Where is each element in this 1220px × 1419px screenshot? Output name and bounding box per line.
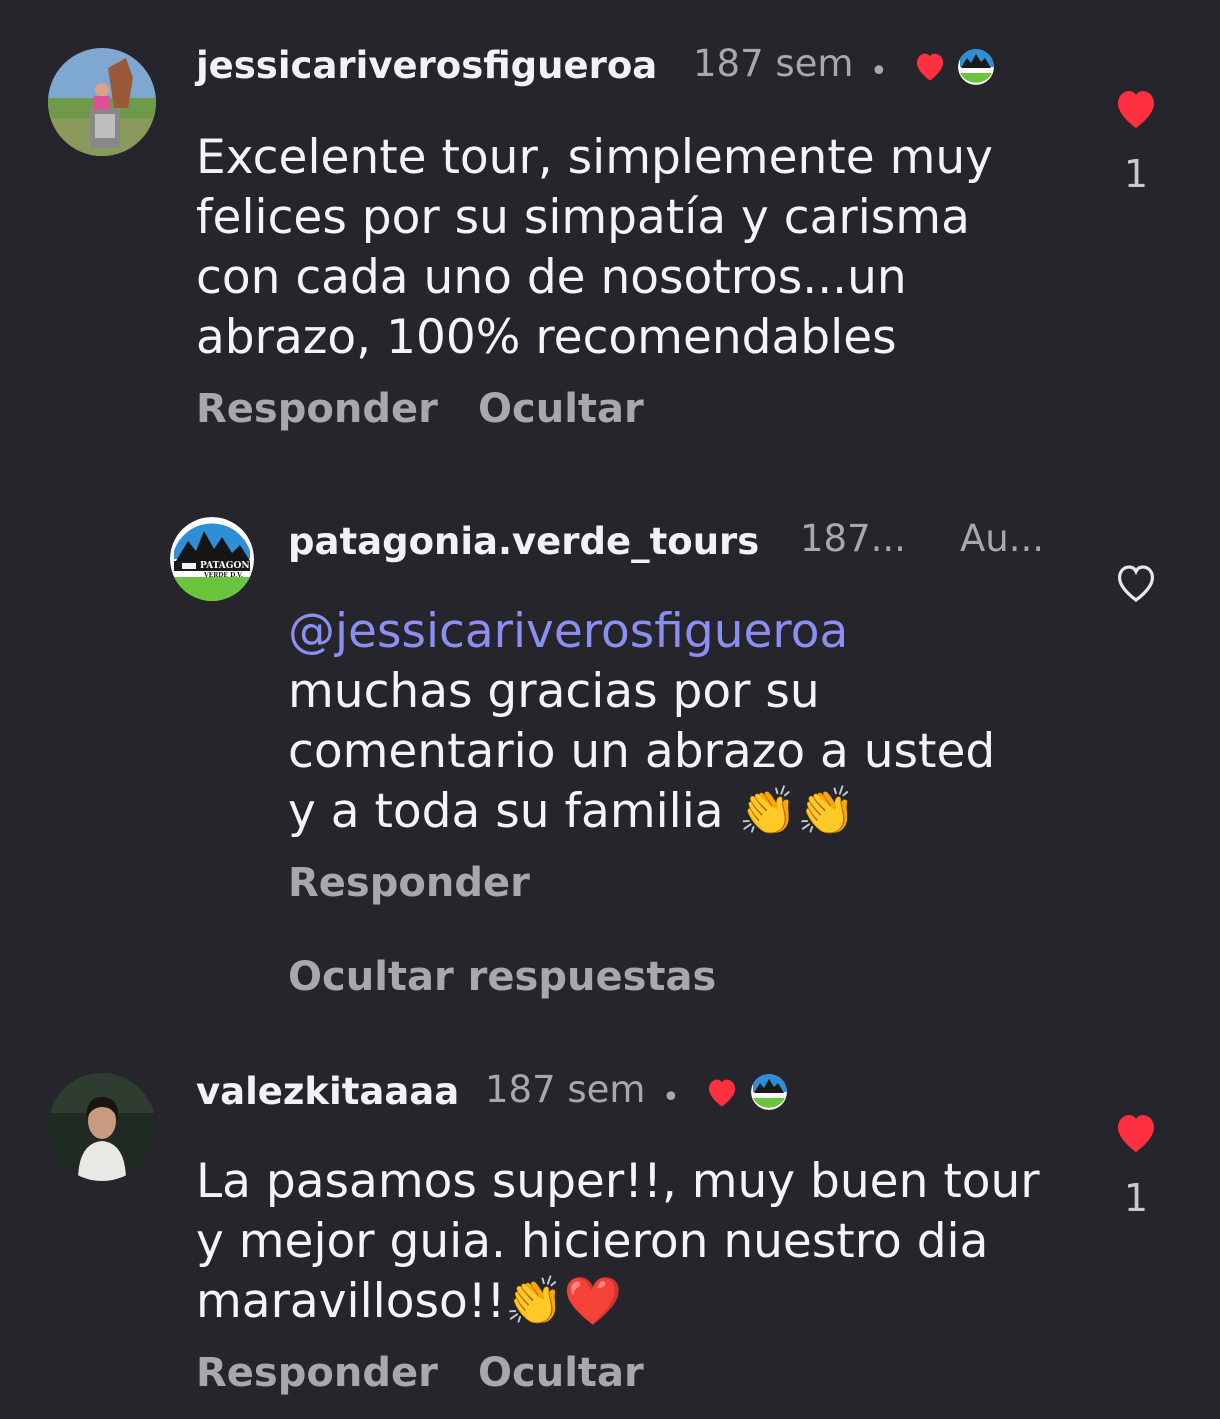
comment-text-line: abrazo, 100% recomendables <box>196 310 897 365</box>
author-badge: Au... <box>960 517 1045 560</box>
comment-text-segment: y a toda su familia <box>288 784 724 839</box>
comment-text-line: y a toda su familia 👏👏 <box>288 782 1088 842</box>
user-mention-link[interactable]: @jessicariverosfigueroa <box>288 602 1088 662</box>
heart-filled-icon[interactable] <box>1112 86 1160 130</box>
hide-button[interactable]: Ocultar <box>478 1350 644 1396</box>
avatar[interactable] <box>48 1073 156 1181</box>
logo-subtext: VERDE D.V. <box>204 572 243 579</box>
user-photo-woman-icon <box>48 1073 156 1181</box>
comment-time: 187 sem <box>693 42 854 85</box>
separator-dot: • <box>662 1080 680 1115</box>
patagonia-verde-logo-icon <box>751 1074 787 1110</box>
comment-text-line: felices por su simpatía y carisma <box>196 190 970 245</box>
comment-username[interactable]: patagonia.verde_tours <box>288 520 759 563</box>
logo-text: PATAGONIA <box>200 561 254 571</box>
comment-username[interactable]: jessicariverosfigueroa <box>196 44 657 87</box>
comment-text: La pasamos super!!, muy buen tour y mejo… <box>196 1152 1086 1332</box>
clap-heart-emoji: 👏❤️ <box>505 1274 623 1329</box>
comment-text-line: Excelente tour, simplemente muy <box>196 130 993 185</box>
heart-outline-icon[interactable] <box>1112 560 1160 604</box>
patagonia-verde-logo-icon <box>170 517 254 601</box>
author-mini-avatar <box>958 49 994 85</box>
like-count: 1 <box>1123 1176 1149 1220</box>
reply-button[interactable]: Responder <box>288 860 530 906</box>
like-count: 1 <box>1123 152 1149 196</box>
author-mini-avatar <box>751 1074 787 1110</box>
clapping-hands-emoji: 👏👏 <box>738 784 856 839</box>
creator-liked-heart-icon <box>708 1079 736 1107</box>
avatar[interactable] <box>48 48 156 156</box>
comment-time: 187... <box>800 517 906 560</box>
hide-replies-button[interactable]: Ocultar respuestas <box>288 954 716 1000</box>
reply-button[interactable]: Responder <box>196 1350 438 1396</box>
reply-button[interactable]: Responder <box>196 386 438 432</box>
comment-text-line: maravilloso!!👏❤️ <box>196 1272 1086 1332</box>
heart-filled-icon[interactable] <box>1112 1110 1160 1154</box>
comment-username[interactable]: valezkitaaaa <box>196 1070 459 1113</box>
separator-dot: • <box>870 54 888 89</box>
avatar[interactable]: PATAGONIA VERDE D.V. <box>170 517 254 601</box>
comment-text-line: con cada uno de nosotros...un <box>196 250 907 305</box>
comment-time: 187 sem <box>485 1068 646 1111</box>
comment-text-line: y mejor guia. hicieron nuestro dia <box>196 1214 989 1269</box>
hide-button[interactable]: Ocultar <box>478 386 644 432</box>
comment-text-line: muchas gracias por su <box>288 664 820 719</box>
comment-text: Excelente tour, simplemente muy felices … <box>196 128 1076 368</box>
comment-text-line: La pasamos super!!, muy buen tour <box>196 1154 1040 1209</box>
creator-liked-heart-icon <box>916 53 944 81</box>
patagonia-verde-logo-icon <box>958 49 994 85</box>
comment-text-line: comentario un abrazo a usted <box>288 724 996 779</box>
comment-text: @jessicariverosfigueroa muchas gracias p… <box>288 602 1088 842</box>
user-photo-tourist-icon <box>48 48 156 156</box>
comment-text-segment: maravilloso!! <box>196 1274 506 1329</box>
